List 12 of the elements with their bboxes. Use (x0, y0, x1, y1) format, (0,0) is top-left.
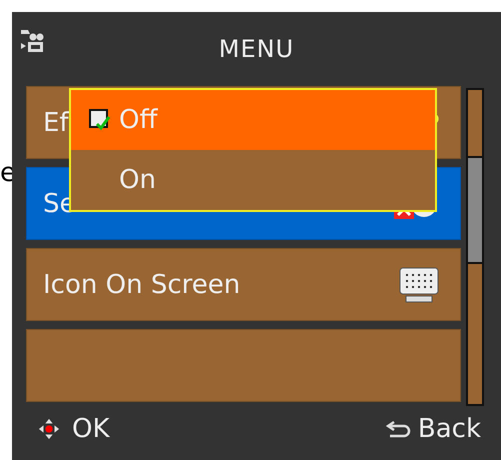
camera-icon (19, 28, 45, 54)
checkbox[interactable] (89, 109, 111, 131)
menu-title: MENU (218, 35, 294, 63)
menu-row[interactable]: Icon On Screen (26, 248, 461, 321)
keyboard-icon (398, 266, 440, 304)
back-arrow-icon (386, 419, 412, 439)
scrollbar[interactable] (466, 88, 484, 406)
dpad-icon (38, 418, 60, 440)
ok-hint: OK (72, 414, 110, 444)
popup-option[interactable]: Off (71, 90, 435, 150)
back-hint: Back (418, 414, 481, 444)
scroll-thumb[interactable] (468, 156, 482, 264)
